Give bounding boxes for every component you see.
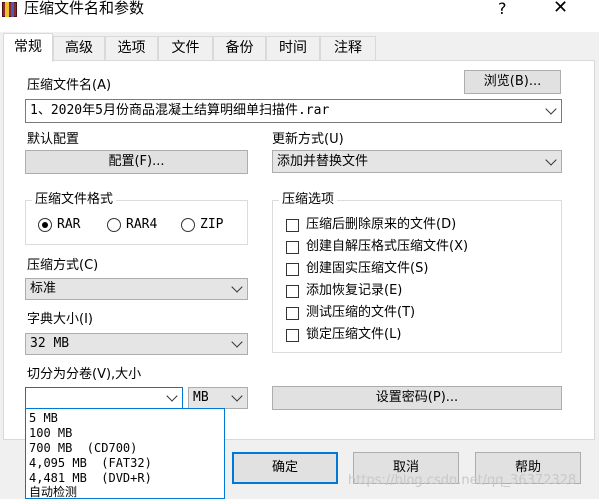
profile-button[interactable]: 配置(F)... [25,150,248,174]
update-mode-value: 添加并替换文件 [277,154,369,169]
solid-archive-checkbox[interactable] [286,263,299,276]
format-zip-radio[interactable] [181,218,195,232]
chevron-down-icon [231,390,243,402]
tab-advanced[interactable]: 高级 [53,36,105,60]
test-files-label: 测试压缩的文件(T) [306,305,416,320]
tab-comment[interactable]: 注释 [320,36,376,60]
profile-label: 默认配置 [27,132,80,147]
chevron-down-icon [545,153,557,166]
format-rar-label: RAR [57,217,81,232]
chevron-down-icon [166,390,178,402]
dictionary-size-select[interactable]: 32 MB [25,333,248,355]
set-password-button[interactable]: 设置密码(P)... [272,386,562,410]
delete-after-label: 压缩后删除原来的文件(D) [306,217,457,232]
archive-options-title: 压缩选项 [279,192,338,208]
close-icon[interactable]: ✕ [553,0,568,19]
split-volumes-label: 切分为分卷(V),大小 [27,367,142,382]
window-title: 压缩文件名和参数 [24,0,145,17]
split-option[interactable]: 5 MB [29,411,58,425]
split-option[interactable]: 100 MB [29,426,72,440]
test-files-checkbox[interactable] [286,307,299,320]
format-zip-label: ZIP [200,217,224,232]
lock-archive-checkbox[interactable] [286,329,299,342]
ok-button[interactable]: 确定 [232,452,338,484]
split-option[interactable]: 4,481 MB (DVD+R) [29,471,152,485]
split-size-input[interactable] [25,387,183,409]
browse-button[interactable]: 浏览(B)... [464,70,561,94]
split-option[interactable]: 4,095 MB (FAT32) [29,456,152,470]
split-size-dropdown-list: 5 MB 100 MB 700 MB (CD700) 4,095 MB (FAT… [25,408,225,499]
help-icon[interactable]: ? [498,0,507,20]
sfx-label: 创建自解压格式压缩文件(X) [306,239,469,254]
split-unit-select[interactable]: MB [188,387,248,409]
winrar-app-icon [2,2,17,17]
chevron-down-icon [231,281,243,293]
lock-archive-label: 锁定压缩文件(L) [306,327,402,342]
dictionary-size-value: 32 MB [30,336,70,351]
update-mode-select[interactable]: 添加并替换文件 [272,150,562,173]
split-option[interactable]: 700 MB (CD700) [29,441,137,455]
tab-time[interactable]: 时间 [266,36,320,60]
solid-archive-label: 创建固实压缩文件(S) [306,261,429,276]
dictionary-size-label: 字典大小(I) [27,312,93,327]
tab-files[interactable]: 文件 [158,36,213,60]
compression-method-select[interactable]: 标准 [25,278,248,300]
compression-method-value: 标准 [30,281,57,296]
delete-after-checkbox[interactable] [286,219,299,232]
recovery-record-checkbox[interactable] [286,285,299,298]
watermark-text: https://blog.csdn.net/qq_36372328 [348,473,577,488]
split-option[interactable]: 自动检测 [29,485,77,499]
format-rar4-label: RAR4 [126,217,158,232]
update-mode-label: 更新方式(U) [272,132,344,147]
split-unit-value: MB [193,390,209,405]
archive-name-value: 1、2020年5月份商品混凝土结算明细单扫描件.rar [30,103,330,118]
tab-options[interactable]: 选项 [105,36,158,60]
sfx-checkbox[interactable] [286,241,299,254]
chevron-down-icon [545,103,557,115]
format-rar4-radio[interactable] [107,218,121,232]
format-rar-radio[interactable] [38,218,52,232]
tab-backup[interactable]: 备份 [213,36,266,60]
tab-general[interactable]: 常规 [3,33,53,62]
archive-name-combo[interactable]: 1、2020年5月份商品混凝土结算明细单扫描件.rar [25,99,562,123]
archive-name-label: 压缩文件名(A) [27,78,112,93]
compression-method-label: 压缩方式(C) [27,258,99,273]
chevron-down-icon [231,336,243,348]
archive-format-title: 压缩文件格式 [32,192,117,208]
recovery-record-label: 添加恢复记录(E) [306,283,403,298]
